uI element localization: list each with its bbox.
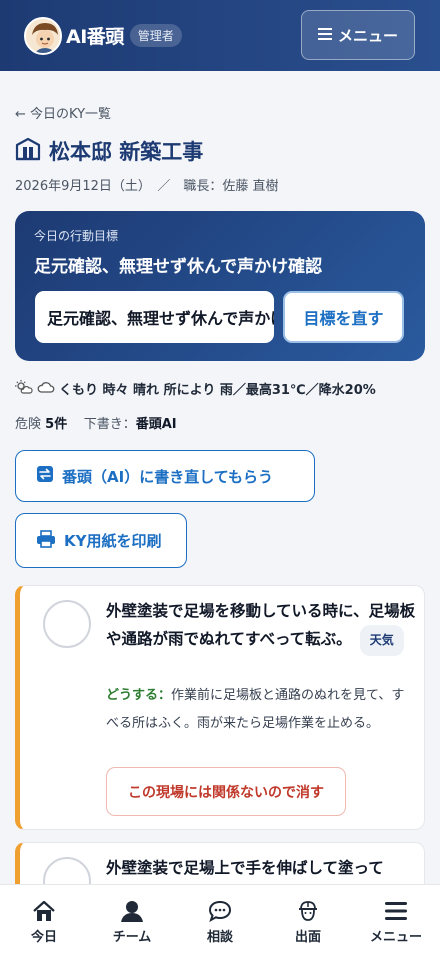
goal-caption: 今日の行動目標 xyxy=(34,229,119,243)
hazard-label: 危険 xyxy=(15,417,42,432)
hazard-card: 外壁塗装で足場を移動している時に、足場板や通路が雨でぬれてすべって転ぶ。 天気 ど… xyxy=(15,585,425,830)
app-header: AI番頭 管理者 メニュー xyxy=(0,0,440,71)
nav-label-team: チーム xyxy=(112,930,152,945)
app-name: AI番頭 xyxy=(66,26,124,48)
nav-label-chat: 相談 xyxy=(206,930,233,945)
hazard-check-toggle[interactable] xyxy=(43,600,91,648)
weather-text: くもり 時々 晴れ 所により 雨／最高31℃／降水20% xyxy=(59,383,376,398)
nav-item-today[interactable]: 今日 xyxy=(0,885,88,959)
nav-item-menu[interactable]: メニュー xyxy=(352,885,440,959)
nav-item-team[interactable]: チーム xyxy=(88,885,176,959)
team-icon xyxy=(119,899,145,923)
chat-icon xyxy=(207,899,233,923)
home-icon xyxy=(31,899,57,923)
hazard-count: 5件 xyxy=(45,417,68,432)
stats-row: 危険 5件 下書き：番頭AI xyxy=(15,413,177,432)
nav-item-attendance[interactable]: 出面 xyxy=(264,885,352,959)
hamburger-icon xyxy=(317,26,332,44)
cloud-icon xyxy=(37,381,55,397)
menu-icon xyxy=(383,899,409,923)
countermeasure-label: どうする： xyxy=(106,688,172,703)
nav-label-attendance: 出面 xyxy=(294,930,321,945)
weather-row: くもり 時々 晴れ 所により 雨／最高31℃／降水20% xyxy=(15,379,376,398)
hazard-description: 外壁塗装で足場上で手を伸ばして塗って xyxy=(106,859,384,877)
print-button[interactable]: KY用紙を印刷 xyxy=(15,513,187,568)
goal-text: 足元確認、無理せず休んで声かけ確認 xyxy=(34,257,323,277)
menu-button-label: メニュー xyxy=(337,26,398,45)
draft-label: 下書き： xyxy=(83,417,136,432)
hazard-tag: 天気 xyxy=(359,625,404,656)
nav-item-chat[interactable]: 相談 xyxy=(176,885,264,959)
avatar[interactable] xyxy=(24,16,62,55)
back-link[interactable]: ← 今日のKY一覧 xyxy=(15,103,111,122)
printer-icon xyxy=(36,529,56,552)
goal-card: 今日の行動目標 足元確認、無理せず休んで声かけ確認 足元確認、無理せず休んで声か… xyxy=(15,211,425,361)
nav-label-menu: メニュー xyxy=(369,930,422,945)
nav-label-today: 今日 xyxy=(30,930,57,945)
bottom-nav: 今日 チーム 相談 出面 メニュー xyxy=(0,884,440,959)
ai-rewrite-label: 番頭（AI）に書き直してもらう xyxy=(62,467,273,486)
partly-sunny-icon xyxy=(15,379,33,398)
building-icon xyxy=(15,137,41,165)
role-badge: 管理者 xyxy=(129,24,182,47)
remove-hazard-button[interactable]: この現場には関係ないので消す xyxy=(106,767,346,816)
hazard-text: 外壁塗装で足場を移動している時に、足場板や通路が雨でぬれてすべって転ぶ。 天気 xyxy=(106,598,416,656)
goal-input[interactable]: 足元確認、無理せず休んで声かけ確認 xyxy=(35,291,274,343)
menu-button[interactable]: メニュー xyxy=(301,10,415,60)
draft-value: 番頭AI xyxy=(135,417,177,432)
countermeasure: どうする：作業前に足場板と通路のぬれを見て、すべる所はふく。雨が来たら足場作業を… xyxy=(106,682,416,738)
site-meta: 2026年9月12日（土） ／ 職長：佐藤 直樹 xyxy=(15,179,279,194)
page-title: 松本邸 新築工事 xyxy=(49,140,204,164)
swap-icon xyxy=(36,465,54,487)
print-label: KY用紙を印刷 xyxy=(64,532,162,550)
worker-icon xyxy=(295,899,321,923)
page-title-row: 松本邸 新築工事 xyxy=(15,136,203,166)
edit-goal-button[interactable]: 目標を直す xyxy=(283,291,404,343)
ai-rewrite-button[interactable]: 番頭（AI）に書き直してもらう xyxy=(15,450,315,502)
